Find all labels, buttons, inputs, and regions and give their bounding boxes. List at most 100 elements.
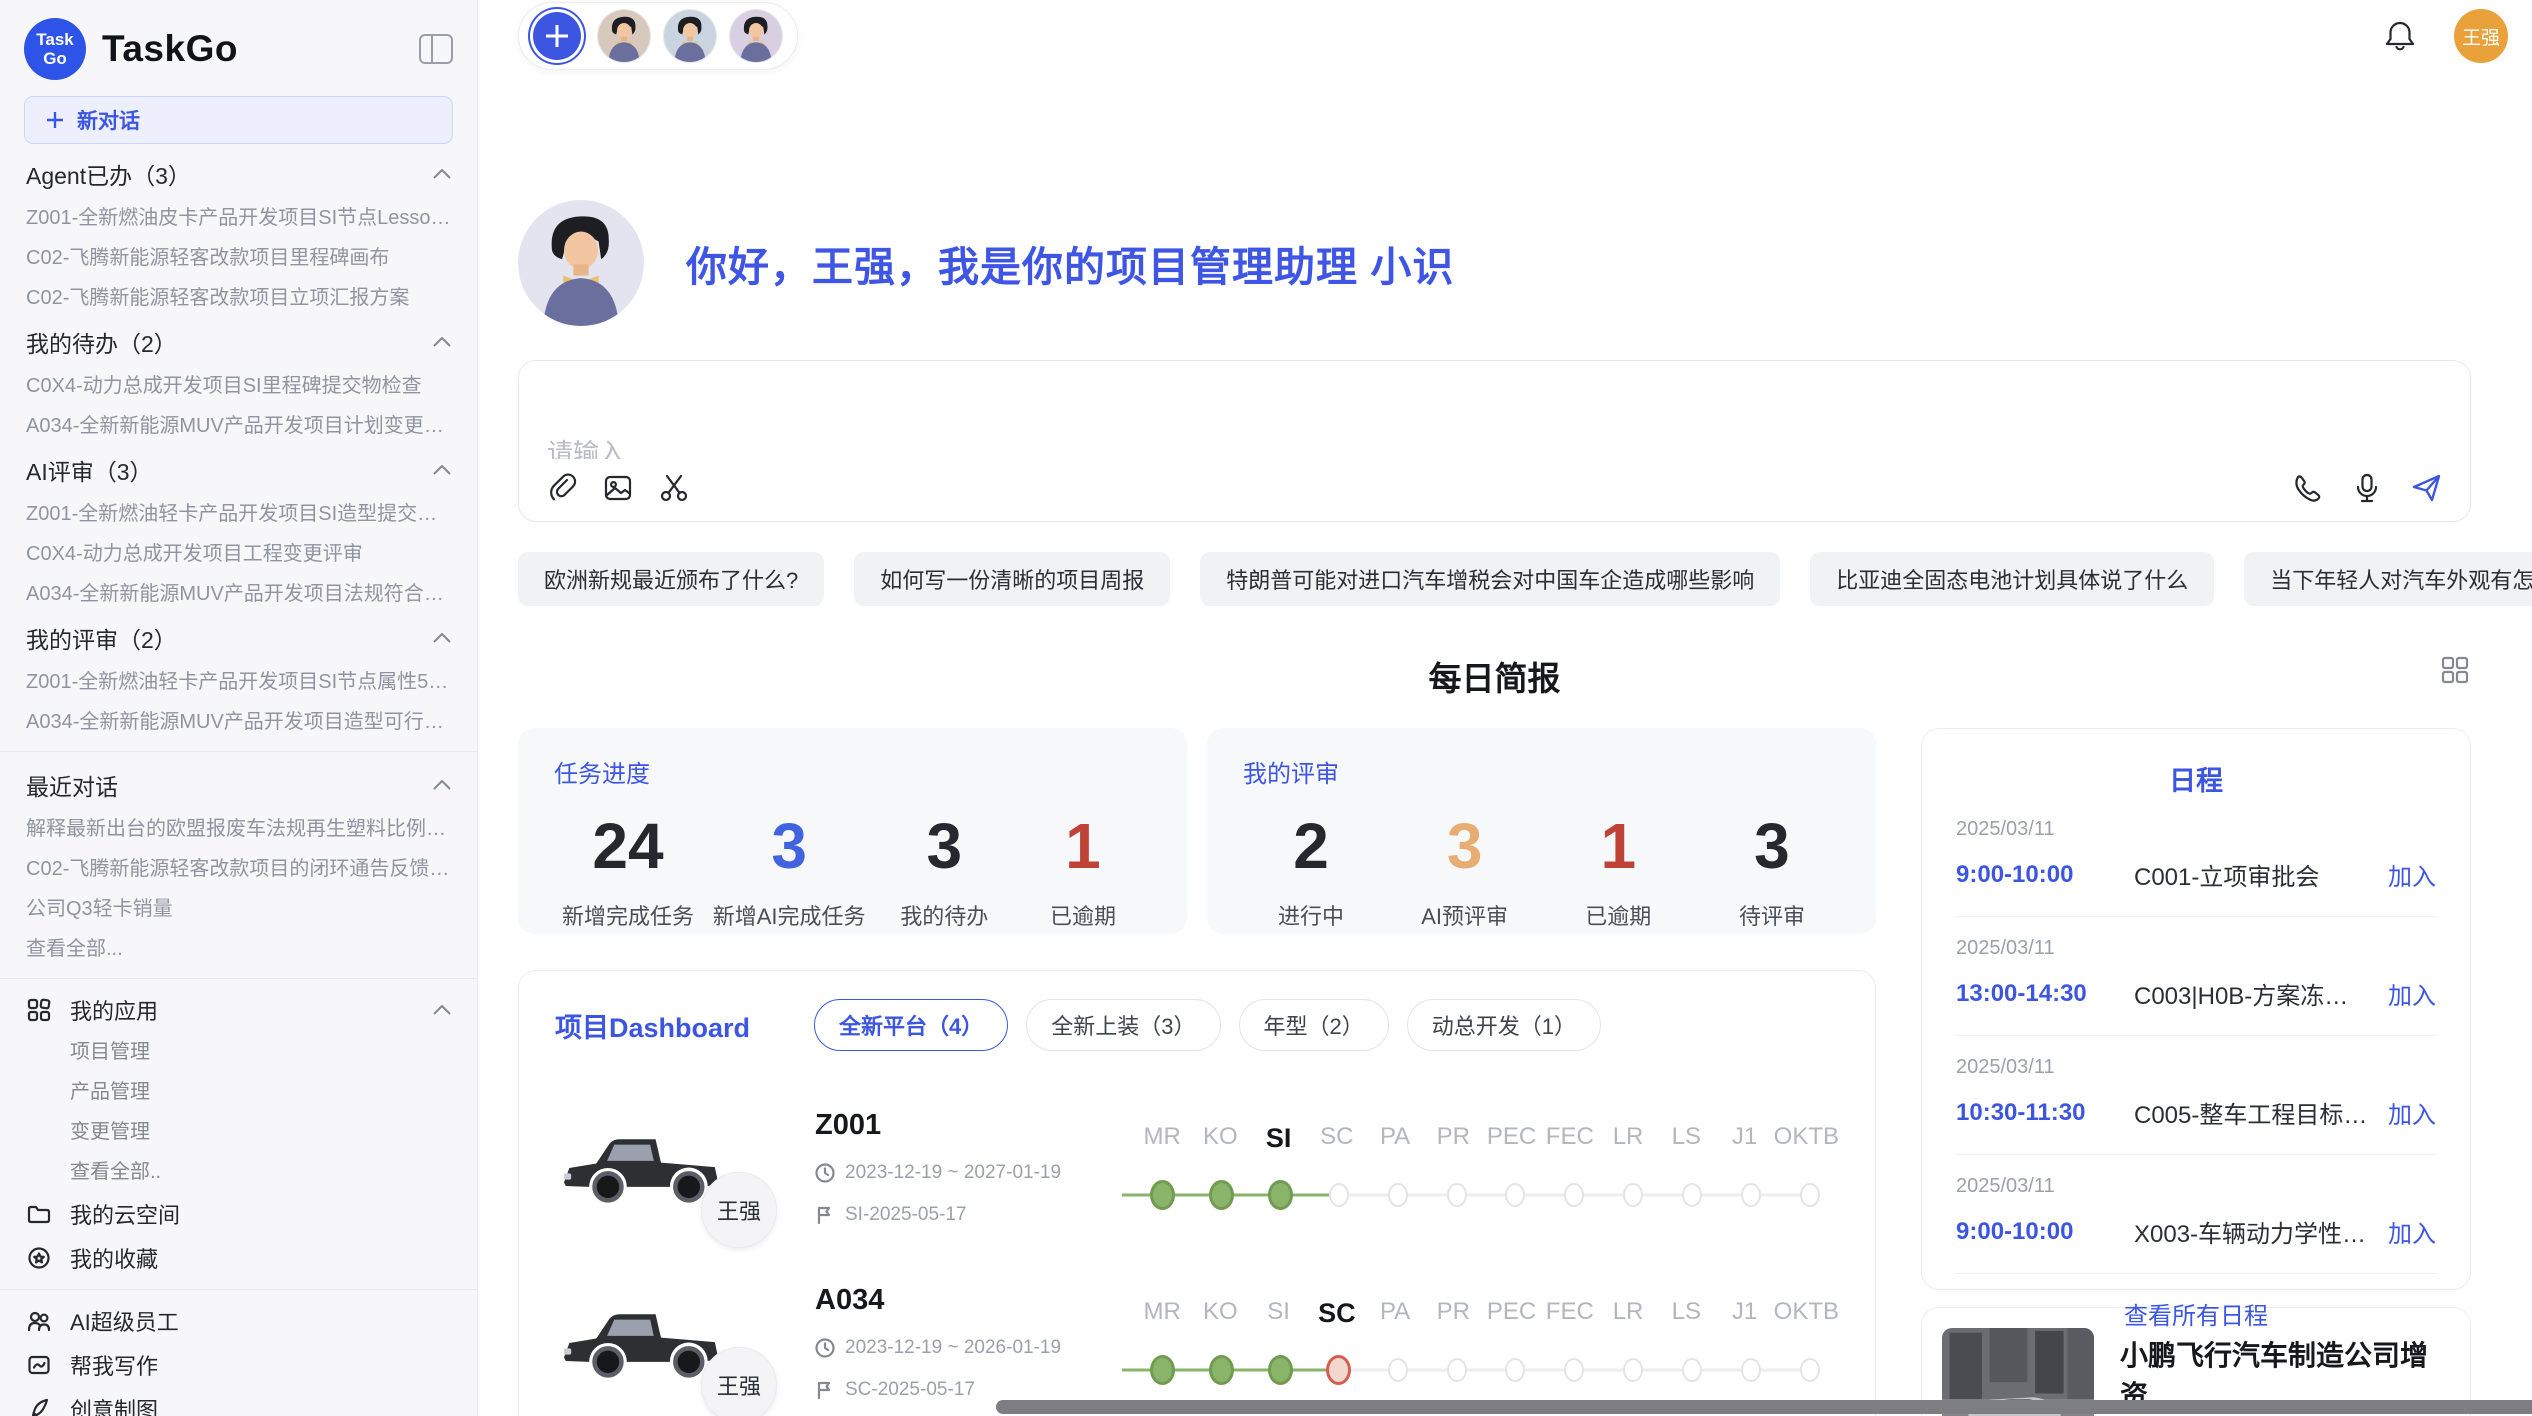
schedule-event-name: X003-车辆动力学性能验... xyxy=(2134,1214,2372,1249)
project-row[interactable]: 王强 Z001 2023-12-19 ~ 2027-01-19 SI-2025-… xyxy=(555,1109,1839,1226)
owner-badge: 王强 xyxy=(701,1172,777,1248)
plus-icon xyxy=(45,110,65,130)
phone-call-icon[interactable] xyxy=(2290,471,2324,505)
microphone-icon[interactable] xyxy=(2350,471,2384,505)
suggestion-chip[interactable]: 比亚迪全固态电池计划具体说了什么 xyxy=(1810,552,2214,606)
suggestion-chip[interactable]: 特朗普可能对进口汽车增税会对中国车企造成哪些影响 xyxy=(1200,552,1780,606)
app-window: TaskGo TaskGo 新对话 Agent已办（3） Z001-全新燃油皮卡… xyxy=(0,0,2532,1416)
dashboard-tabs: 全新平台（4） 全新上装（3） 年型（2） 动总开发（1） xyxy=(814,999,1601,1051)
milestone-label: PA xyxy=(1366,1123,1424,1154)
sidebar-tool-quill[interactable]: 创意制图 xyxy=(0,1387,477,1416)
recent-chat-avatar[interactable] xyxy=(729,9,783,63)
milestone-node xyxy=(1427,1353,1486,1387)
suggestion-chip[interactable]: 如何写一份清晰的项目周报 xyxy=(854,552,1170,606)
sidebar-conversation-item[interactable]: A034-全新新能源MUV产品开发项目法规符合性评审 xyxy=(0,574,477,614)
clock-icon xyxy=(815,1163,835,1183)
dashboard-tab[interactable]: 全新平台（4） xyxy=(814,999,1008,1051)
user-avatar[interactable]: 王强 xyxy=(2454,9,2508,63)
milestone-label: MR xyxy=(1133,1298,1191,1329)
dashboard-tab[interactable]: 动总开发（1） xyxy=(1407,999,1601,1051)
milestone-label: PEC xyxy=(1482,1298,1540,1329)
milestone-node xyxy=(1545,1178,1604,1212)
stat-label: 已逾期 xyxy=(1558,899,1678,931)
sidebar-conversation-item[interactable]: 解释最新出台的欧盟报废车法规再生塑料比例被调至15%... xyxy=(0,809,477,849)
recent-chat-strip xyxy=(518,2,798,70)
sidebar-app-item[interactable]: 变更管理 xyxy=(0,1112,477,1152)
milestone-node xyxy=(1545,1353,1604,1387)
sidebar-conversation-item[interactable]: C0X4-动力总成开发项目SI里程碑提交物检查 xyxy=(0,366,477,406)
message-input[interactable] xyxy=(547,381,2442,459)
app-title: TaskGo xyxy=(102,28,419,70)
milestone-node xyxy=(1192,1178,1251,1212)
sidebar-conversation-item[interactable]: Z001-全新燃油轻卡产品开发项目SI节点属性5D文件评审 xyxy=(0,662,477,702)
sidebar-conversation-item[interactable]: C02-飞腾新能源轻客改款项目的闭环通告反馈情况 xyxy=(0,849,477,889)
sidebar-conversation-item[interactable]: C0X4-动力总成开发项目工程变更评审 xyxy=(0,534,477,574)
milestone-label: J1 xyxy=(1715,1298,1773,1329)
sidebar-app-item[interactable]: 产品管理 xyxy=(0,1072,477,1112)
recent-chat-avatar[interactable] xyxy=(663,9,717,63)
horizontal-scrollbar[interactable] xyxy=(996,1400,2532,1414)
join-button[interactable]: 加入 xyxy=(2388,976,2436,1011)
milestone-dot xyxy=(1209,1355,1234,1385)
new-chat-button[interactable]: 新对话 xyxy=(24,96,453,144)
sidebar-conversation-item[interactable]: Z001-全新燃油皮卡产品开发项目SI节点Lesson Learn报告 xyxy=(0,198,477,238)
suggestion-chip[interactable]: 当下年轻人对汽车外观有怎样的喜好趋势 xyxy=(2244,552,2532,606)
project-thumbnail: 王强 xyxy=(555,1116,751,1220)
schedule-event: 2025/03/11 10:30-11:30 C005-整车工程目标评审 加入 xyxy=(1956,1036,2436,1155)
milestone-dot xyxy=(1447,1183,1467,1207)
notification-bell-icon[interactable] xyxy=(2384,19,2416,53)
sidebar-group-header[interactable]: AI评审（3） xyxy=(0,446,477,494)
dashboard-tab[interactable]: 全新上装（3） xyxy=(1026,999,1220,1051)
schedule-event-name: C003|H0B-方案冻结评审 xyxy=(2134,976,2372,1011)
daily-brief-title: 每日简报 xyxy=(1429,660,1561,697)
sidebar-collapse-icon[interactable] xyxy=(419,34,453,64)
milestone-node xyxy=(1604,1178,1663,1212)
suggestion-chip[interactable]: 欧洲新规最近颁布了什么? xyxy=(518,552,824,606)
milestone-label: LR xyxy=(1599,1298,1657,1329)
recent-chats-header[interactable]: 最近对话 xyxy=(0,761,477,809)
sidebar-item-cloud-space[interactable]: 我的云空间 xyxy=(0,1192,477,1236)
milestone-dot xyxy=(1800,1358,1820,1382)
sidebar-group-header[interactable]: Agent已办（3） xyxy=(0,150,477,198)
project-code: Z001 xyxy=(815,1109,1115,1142)
screenshot-scissors-icon[interactable] xyxy=(657,471,691,505)
chevron-up-icon xyxy=(433,1005,451,1015)
owner-badge: 王强 xyxy=(701,1347,777,1416)
recent-chat-avatar[interactable] xyxy=(597,9,651,63)
milestone-dot xyxy=(1388,1183,1408,1207)
sidebar-conversation-item[interactable]: A034-全新新能源MUV产品开发项目计划变更表编写 xyxy=(0,406,477,446)
dashboard-tab[interactable]: 年型（2） xyxy=(1239,999,1389,1051)
sidebar-conversation-item[interactable]: 公司Q3轻卡销量 xyxy=(0,889,477,929)
chevron-up-icon xyxy=(433,169,451,179)
chevron-up-icon xyxy=(433,780,451,790)
schedule-event: 2025/03/11 13:00-14:30 C003|H0B-方案冻结评审 加… xyxy=(1956,917,2436,1036)
send-icon[interactable] xyxy=(2410,471,2444,505)
sidebar-group: 我的待办（2） C0X4-动力总成开发项目SI里程碑提交物检查A034-全新新能… xyxy=(0,318,477,446)
sidebar-tool-users[interactable]: AI超级员工 xyxy=(0,1299,477,1343)
layout-grid-icon[interactable] xyxy=(2439,654,2471,686)
medal-star-icon xyxy=(26,1245,52,1271)
image-icon[interactable] xyxy=(601,471,635,505)
sidebar-conversation-item[interactable]: A034-全新新能源MUV产品开发项目造型可行性评审 xyxy=(0,702,477,742)
topbar: 王强 xyxy=(518,0,2532,72)
new-conversation-button[interactable] xyxy=(533,12,581,60)
project-row[interactable]: 王强 A034 2023-12-19 ~ 2026-01-19 SC-2025-… xyxy=(555,1284,1839,1401)
milestone-dot xyxy=(1505,1358,1525,1382)
sidebar-tool-writing[interactable]: 帮我写作 xyxy=(0,1343,477,1387)
sidebar-conversation-item[interactable]: C02-飞腾新能源轻客改款项目立项汇报方案 xyxy=(0,278,477,318)
sidebar-group-header[interactable]: 我的待办（2） xyxy=(0,318,477,366)
sidebar-item-favorites[interactable]: 我的收藏 xyxy=(0,1236,477,1280)
my-apps-header[interactable]: 我的应用 xyxy=(0,988,477,1032)
attachment-icon[interactable] xyxy=(545,471,579,505)
join-button[interactable]: 加入 xyxy=(2388,1214,2436,1249)
apps-view-all[interactable]: 查看全部.. xyxy=(0,1152,477,1192)
recent-view-all[interactable]: 查看全部... xyxy=(0,929,477,969)
sidebar-conversation-item[interactable]: Z001-全新燃油轻卡产品开发项目SI造型提交物评审 xyxy=(0,494,477,534)
milestone-dot xyxy=(1447,1358,1467,1382)
sidebar-conversation-item[interactable]: C02-飞腾新能源轻客改款项目里程碑画布 xyxy=(0,238,477,278)
join-button[interactable]: 加入 xyxy=(2388,857,2436,892)
stat-value: 1 xyxy=(1023,811,1143,881)
sidebar-app-item[interactable]: 项目管理 xyxy=(0,1032,477,1072)
join-button[interactable]: 加入 xyxy=(2388,1095,2436,1130)
sidebar-group-header[interactable]: 我的评审（2） xyxy=(0,614,477,662)
